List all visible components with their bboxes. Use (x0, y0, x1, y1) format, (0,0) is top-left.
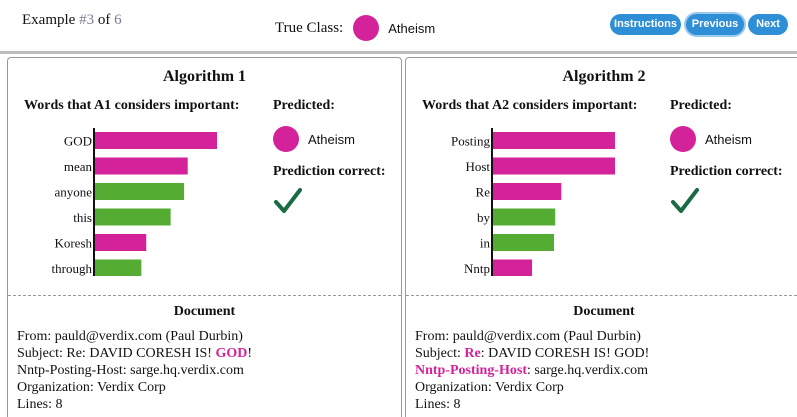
highlighted-word: Nntp-Posting-Host (415, 363, 528, 378)
chart-tick-label: mean (64, 159, 93, 174)
document-line: From: pauld@verdix.com (Paul Durbin) (17, 328, 252, 345)
chart-tick-label: in (480, 236, 491, 251)
word-importance-chart-svg: GOD mean anyone this Koresh through (52, 128, 217, 276)
algorithm-panel-1: Algorithm 1 Words that A1 considers impo… (7, 57, 402, 417)
document-line: Lines: 8 (415, 396, 649, 413)
predicted-class: Atheism (670, 126, 783, 152)
word-importance-chart: Posting Host Re by in Nntp (406, 126, 666, 276)
chart-bar (95, 183, 185, 200)
document-line: Subject: Re: DAVID CORESH IS! GOD! (415, 345, 649, 362)
document-line: Nntp-Posting-Host: sarge.hq.verdix.com (17, 362, 252, 379)
chart-bar (493, 183, 562, 200)
prediction-info: Predicted: Atheism Prediction correct: (670, 98, 783, 221)
example-of: of (94, 12, 115, 28)
chart-bar (493, 157, 615, 175)
document-text: ! (247, 346, 253, 361)
chart-bar (493, 208, 556, 226)
chart-tick-label: Posting (451, 134, 491, 149)
document-line: Organization: Verdix Corp (415, 379, 649, 396)
document-text: : DAVID CORESH IS! GOD! (480, 346, 650, 361)
document-text: Organization: Verdix Corp (17, 380, 166, 395)
example-index: #3 (79, 12, 95, 28)
example-total: 6 (114, 12, 122, 28)
predicted-class: Atheism (273, 126, 386, 152)
true-class: True Class: Atheism (275, 15, 435, 41)
chart-tick-label: through (52, 261, 93, 276)
instructions-button[interactable]: Instructions (610, 14, 681, 35)
chart-tick-label: by (477, 210, 491, 225)
chart-bar (95, 234, 147, 251)
words-title: Words that A1 considers important: (24, 98, 240, 113)
document-text: Subject: Re: DAVID CORESH IS! (17, 346, 216, 361)
chart-bar (95, 132, 217, 149)
checkmark-icon (273, 186, 386, 221)
top-bar: Example #3 of 6 True Class: Atheism Inst… (0, 0, 797, 52)
panel-divider (406, 295, 797, 296)
chart-tick-label: anyone (54, 185, 92, 200)
document-line: Nntp-Posting-Host: sarge.hq.verdix.com (415, 362, 649, 379)
predicted-class-value: Atheism (308, 131, 355, 147)
document-line: From: pauld@verdix.com (Paul Durbin) (415, 328, 649, 345)
chart-tick-label: GOD (64, 134, 92, 149)
checkmark-icon (670, 186, 783, 221)
document-title: Document (573, 304, 635, 319)
chart-tick-label: Re (476, 185, 491, 200)
document-text: : sarge.hq.verdix.com (527, 363, 649, 378)
panel-divider (8, 295, 401, 296)
predicted-label: Predicted: (670, 98, 732, 113)
highlighted-word: GOD (215, 346, 248, 361)
algorithm-title: Algorithm 1 (162, 68, 247, 85)
chart-tick-label: Host (465, 159, 490, 174)
predicted-class-dot (273, 126, 299, 152)
algorithm-title: Algorithm 2 (562, 68, 646, 85)
chart-bar (95, 157, 188, 175)
document-body: From: pauld@verdix.com (Paul Durbin) Subj… (17, 328, 252, 413)
document-line: Subject: Re: DAVID CORESH IS! GOD! (17, 345, 252, 362)
prediction-correct-label: Prediction correct: (273, 164, 386, 179)
next-button[interactable]: Next (748, 14, 788, 35)
document-text: Organization: Verdix Corp (415, 380, 564, 395)
document-title: Document (173, 304, 236, 319)
header-divider (0, 51, 797, 54)
highlighted-word: Re (464, 346, 481, 361)
document-text: From: pauld@verdix.com (Paul Durbin) (415, 329, 641, 344)
predicted-class-value: Atheism (705, 131, 752, 147)
document-body: From: pauld@verdix.com (Paul Durbin) Subj… (415, 328, 649, 413)
example-counter: Example #3 of 6 (22, 12, 122, 29)
chart-bar (493, 259, 533, 276)
prediction-correct-label: Prediction correct: (670, 164, 783, 179)
example-prefix: Example (22, 12, 80, 28)
document-text: Subject: (415, 346, 465, 361)
document-text: From: pauld@verdix.com (Paul Durbin) (17, 329, 243, 344)
document-text: Lines: 8 (415, 397, 461, 412)
true-class-dot (353, 15, 380, 41)
chart-bar (95, 208, 171, 226)
chart-bar (95, 259, 142, 276)
prediction-info: Predicted: Atheism Prediction correct: (273, 98, 386, 221)
algorithm-panel-2: Algorithm 2 Words that A2 considers impo… (405, 57, 797, 417)
word-importance-chart-svg: Posting Host Re by in Nntp (451, 128, 615, 276)
true-class-label: True Class: (275, 19, 344, 36)
predicted-label: Predicted: (273, 98, 335, 113)
true-class-value: Atheism (388, 20, 436, 36)
document-line: Lines: 8 (17, 396, 252, 413)
document-text: Nntp-Posting-Host: sarge.hq.verdix.com (17, 363, 244, 378)
chart-bar (493, 234, 554, 251)
word-importance-chart: GOD mean anyone this Koresh through (8, 126, 268, 276)
document-line: Organization: Verdix Corp (17, 379, 252, 396)
words-title: Words that A2 considers important: (422, 98, 638, 113)
previous-button[interactable]: Previous (686, 14, 744, 35)
chart-tick-label: Nntp (464, 261, 490, 276)
document-text: Lines: 8 (17, 397, 63, 412)
predicted-class-dot (670, 126, 696, 152)
chart-bar (493, 132, 615, 149)
chart-tick-label: this (73, 210, 92, 225)
chart-tick-label: Koresh (54, 236, 92, 251)
